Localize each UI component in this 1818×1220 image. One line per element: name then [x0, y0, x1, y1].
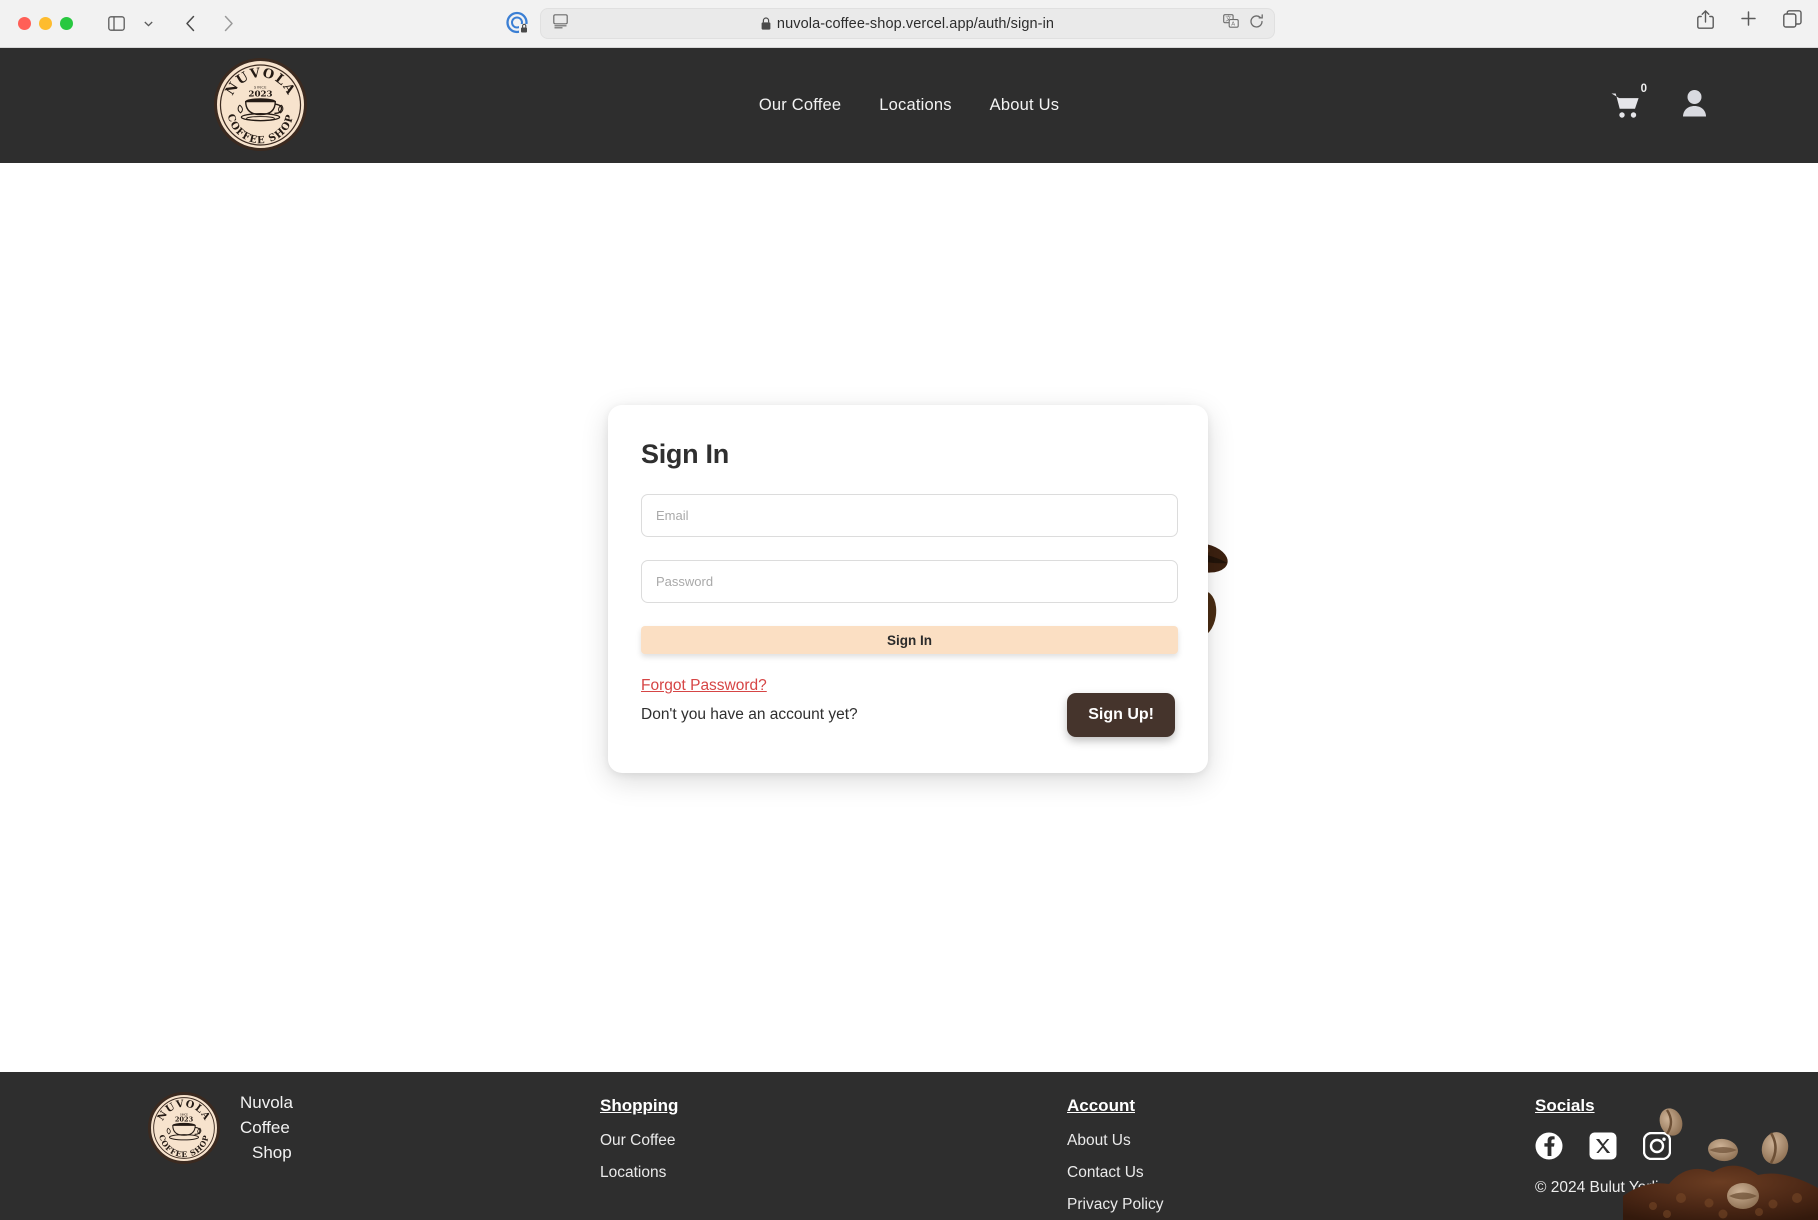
chevron-down-icon[interactable] — [133, 10, 163, 38]
window-traffic-lights — [18, 17, 73, 30]
footer-column-title[interactable]: Shopping — [600, 1096, 678, 1116]
maximize-window-button[interactable] — [60, 17, 73, 30]
footer-link-our-coffee[interactable]: Our Coffee — [600, 1132, 678, 1150]
nav-item-our-coffee[interactable]: Our Coffee — [759, 96, 841, 115]
browser-back-button[interactable] — [175, 10, 205, 38]
reader-view-icon[interactable] — [553, 13, 568, 34]
browser-forward-button[interactable] — [213, 10, 243, 38]
lock-icon — [761, 17, 771, 30]
footer-link-privacy-policy[interactable]: Privacy Policy — [1067, 1196, 1163, 1214]
cart-button[interactable]: 0 — [1611, 83, 1647, 119]
facebook-icon[interactable] — [1535, 1132, 1563, 1165]
page-title: Sign In — [641, 439, 729, 469]
footer-column-title[interactable]: Socials — [1535, 1096, 1595, 1116]
user-account-icon — [1683, 90, 1706, 117]
footer-column-shopping: Shopping Our Coffee Locations — [600, 1096, 678, 1196]
footer-brand-line3: Shop — [252, 1143, 292, 1162]
brand-logo[interactable]: NUVOLA SINCE 2023 COFFEE SHOP — [214, 58, 307, 151]
nav-item-locations[interactable]: Locations — [879, 96, 951, 115]
site-header: NUVOLA SINCE 2023 COFFEE SHOP Our Coffee… — [0, 48, 1818, 163]
header-actions: 0 — [1611, 83, 1708, 122]
email-field[interactable] — [641, 494, 1178, 537]
footer-logo: NUVOLA SINCE 2023 COFFEE SHOP — [148, 1091, 220, 1164]
instagram-icon[interactable] — [1642, 1131, 1672, 1165]
svg-text:2023: 2023 — [175, 1115, 194, 1123]
translate-icon[interactable]: 文 A — [1223, 13, 1239, 34]
new-tab-icon[interactable] — [1740, 10, 1757, 34]
footer-link-contact-us[interactable]: Contact Us — [1067, 1164, 1163, 1182]
url-field[interactable]: nuvola-coffee-shop.vercel.app/auth/sign-… — [540, 8, 1275, 39]
privacy-shield-icon[interactable] — [505, 11, 531, 42]
nav-item-about-us[interactable]: About Us — [990, 96, 1059, 115]
url-text: nuvola-coffee-shop.vercel.app/auth/sign-… — [776, 15, 1055, 32]
tab-overview-icon[interactable] — [1783, 10, 1802, 34]
svg-text:A: A — [1231, 21, 1235, 27]
footer-link-locations[interactable]: Locations — [600, 1164, 678, 1182]
footer-brand-line2: Coffee — [240, 1118, 290, 1137]
sign-in-button[interactable]: Sign In — [641, 626, 1178, 654]
browser-toolbar: nuvola-coffee-shop.vercel.app/auth/sign-… — [0, 0, 1818, 48]
footer-column-socials: Socials © 2024 Bulut Yerli — [1535, 1096, 1672, 1197]
footer-link-about-us[interactable]: About Us — [1067, 1132, 1163, 1150]
no-account-text: Don't you have an account yet? — [641, 706, 858, 723]
copyright-text: © 2024 Bulut Yerli — [1535, 1179, 1659, 1196]
sign-in-card: Sign In Sign In Forgot Password? Don't y… — [608, 405, 1208, 773]
sign-up-prompt: Don't you have an account yet? Sign Up! — [641, 693, 1175, 737]
x-twitter-icon[interactable] — [1589, 1132, 1617, 1165]
close-window-button[interactable] — [18, 17, 31, 30]
footer-column-title[interactable]: Account — [1067, 1096, 1135, 1116]
minimize-window-button[interactable] — [39, 17, 52, 30]
footer-column-account: Account About Us Contact Us Privacy Poli… — [1067, 1096, 1163, 1220]
password-field[interactable] — [641, 560, 1178, 603]
footer-brand-line1: Nuvola — [240, 1093, 293, 1112]
social-links — [1535, 1131, 1672, 1165]
site-footer: NUVOLA SINCE 2023 COFFEE SHOP Nuvola Cof… — [0, 1072, 1818, 1220]
svg-text:2023: 2023 — [248, 89, 272, 99]
coffee-shop-logo-icon: NUVOLA SINCE 2023 COFFEE SHOP — [153, 1096, 215, 1159]
cart-count-badge: 0 — [1640, 83, 1647, 95]
address-bar[interactable]: nuvola-coffee-shop.vercel.app/auth/sign-… — [540, 8, 1275, 39]
reload-icon[interactable] — [1249, 13, 1264, 34]
main-content: Sign In Sign In Forgot Password? Don't y… — [0, 163, 1818, 1204]
sidebar-toggle-icon[interactable] — [101, 10, 131, 38]
sign-up-button[interactable]: Sign Up! — [1067, 693, 1175, 737]
shopping-cart-icon — [1611, 93, 1639, 118]
footer-brand-name: Nuvola Coffee Shop — [240, 1090, 293, 1165]
account-button[interactable] — [1681, 89, 1708, 122]
share-icon[interactable] — [1697, 10, 1714, 34]
footer-brand[interactable]: NUVOLA SINCE 2023 COFFEE SHOP Nuvola Cof… — [148, 1090, 293, 1165]
coffee-shop-logo-icon: NUVOLA SINCE 2023 COFFEE SHOP — [219, 63, 302, 146]
main-navigation: Our Coffee Locations About Us — [759, 96, 1059, 115]
